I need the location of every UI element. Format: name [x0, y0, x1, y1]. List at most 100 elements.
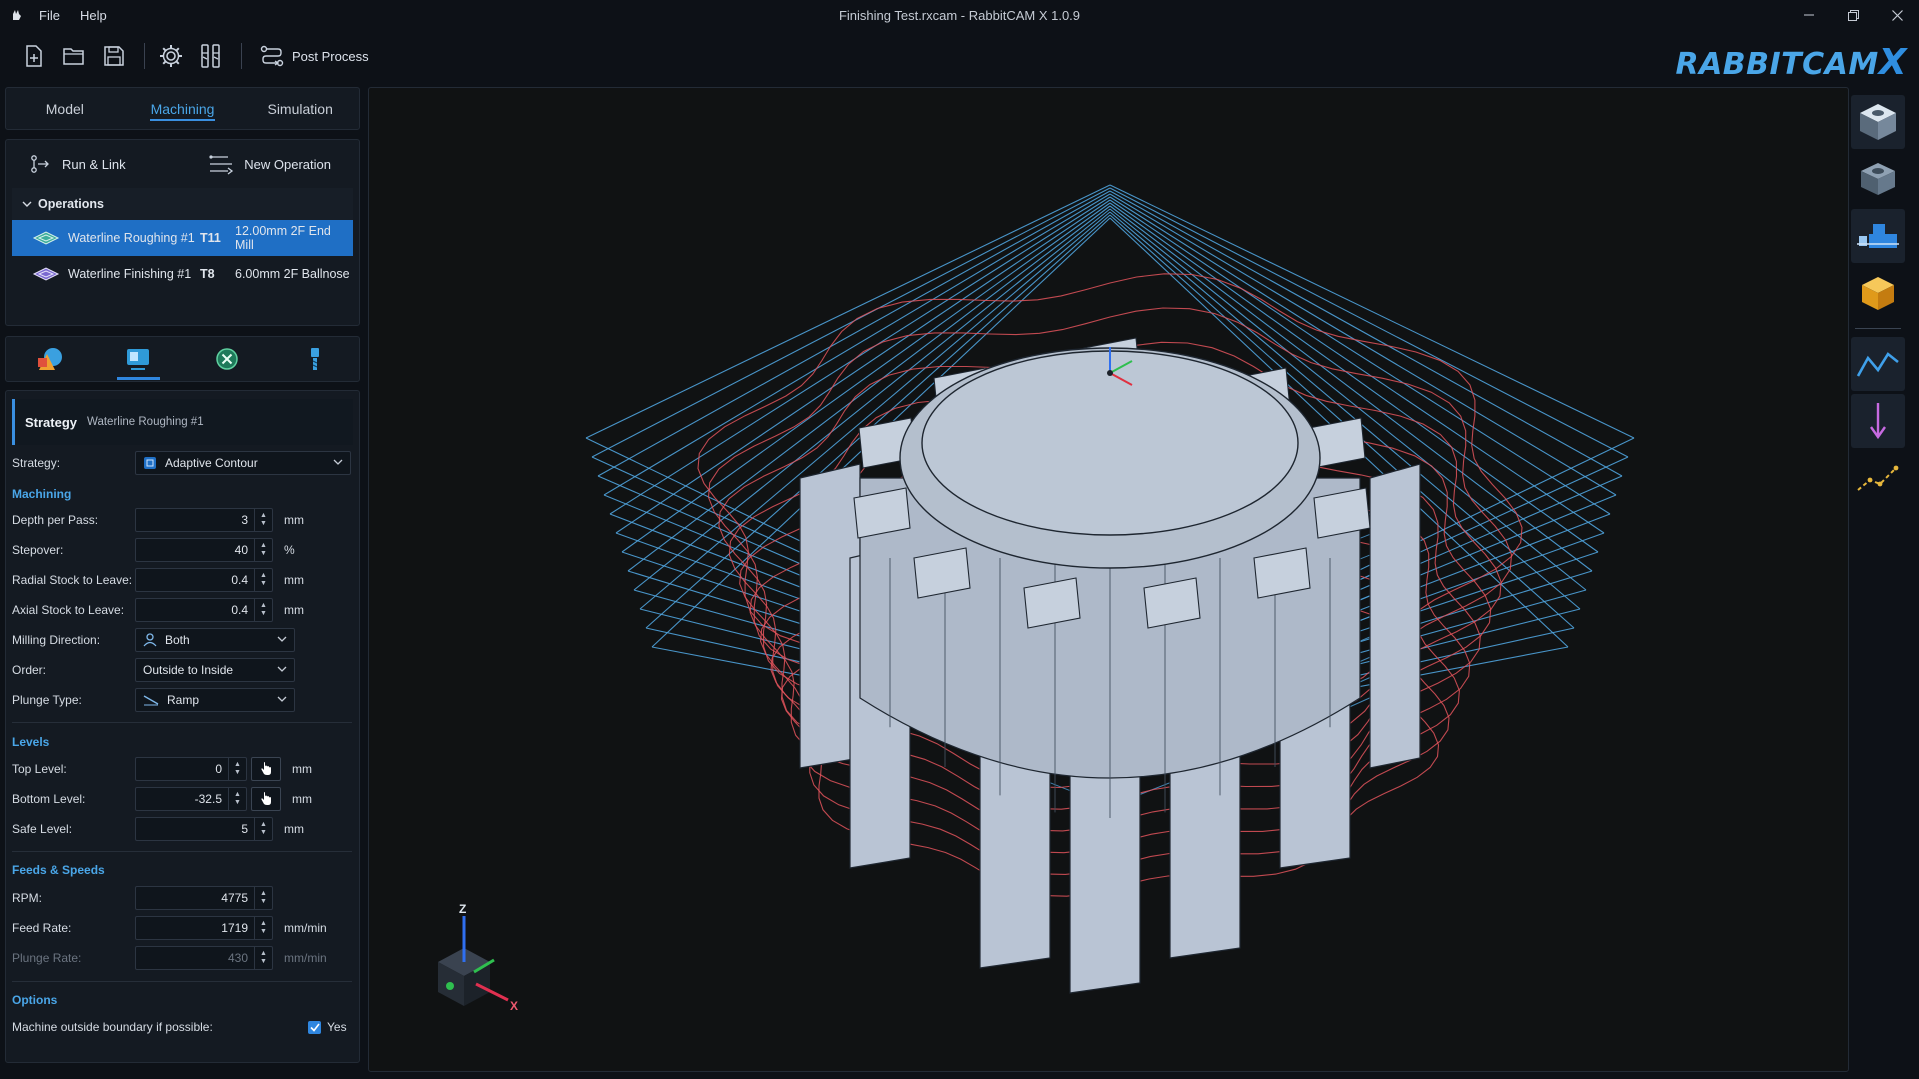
spinner-icon[interactable]: ▲ ▼ — [254, 569, 272, 591]
adaptive-contour-icon — [144, 457, 156, 469]
close-button[interactable] — [1875, 0, 1919, 30]
tab-simulation[interactable]: Simulation — [241, 88, 359, 129]
spinner-icon[interactable]: ▲ ▼ — [254, 887, 272, 909]
machine-outside-checkbox[interactable] — [308, 1020, 321, 1034]
climb-conventional-icon — [143, 633, 157, 647]
new-operation-button[interactable]: New Operation — [208, 153, 331, 175]
operation-tool-desc: 12.00mm 2F End Mill — [235, 224, 331, 252]
depth-per-pass-input[interactable]: 3 ▲ ▼ — [135, 508, 273, 532]
window-title: Finishing Test.rxcam - RabbitCAM X 1.0.9 — [838, 8, 1081, 23]
chevron-down-icon — [22, 201, 32, 207]
tool-icon — [310, 348, 319, 370]
strategy-header: Strategy Waterline Roughing #1 — [12, 399, 353, 445]
open-folder-icon — [63, 48, 84, 65]
operation-row[interactable]: Waterline Finishing #1 T8 6.00mm 2F Ball… — [12, 256, 353, 292]
operation-tool: T11 — [200, 231, 221, 245]
strategy-select[interactable]: Adaptive Contour — [135, 451, 351, 475]
feed-rate-input[interactable]: 1719 ▲ ▼ — [135, 916, 273, 940]
save-file-button[interactable] — [96, 38, 132, 74]
tab-strategy[interactable] — [94, 336, 182, 382]
tab-geometry[interactable] — [6, 336, 94, 382]
strategy-icon — [127, 349, 150, 370]
strategy-heading: Strategy — [25, 414, 78, 430]
tool-library-icon — [201, 44, 220, 68]
tab-boundary[interactable] — [183, 336, 271, 382]
toolbar-separator — [144, 43, 145, 69]
bottom-level-input[interactable]: -32.5 ▲ ▼ — [135, 787, 247, 811]
radial-stock-row: Radial Stock to Leave: 0.4 ▲ ▼ mm — [12, 568, 357, 592]
origin-point — [1107, 370, 1113, 376]
run-link-button[interactable]: Run & Link — [30, 154, 126, 174]
minimize-icon — [1804, 14, 1814, 16]
tab-model[interactable]: Model — [6, 88, 124, 129]
axial-stock-input[interactable]: 0.4 ▲ ▼ — [135, 598, 273, 622]
section-options: Options — [12, 993, 58, 1007]
3d-viewport[interactable]: ZX — [368, 87, 1849, 1072]
plunge-rate-input: 430 ▲ ▼ — [135, 946, 273, 970]
plunge-type-select[interactable]: Ramp — [135, 688, 295, 712]
minimize-button[interactable] — [1787, 0, 1831, 30]
scene-canvas[interactable]: ZX — [369, 88, 1849, 1072]
feed-rate-row: Feed Rate: 1719 ▲ ▼ mm/min — [12, 916, 357, 940]
spinner-icon[interactable]: ▲ ▼ — [228, 788, 246, 810]
open-file-button[interactable] — [56, 38, 92, 74]
solid-view-button[interactable] — [1851, 266, 1905, 320]
post-process-label: Post Process — [292, 48, 369, 64]
link-display-button[interactable] — [1851, 451, 1905, 505]
section-levels: Levels — [12, 735, 50, 749]
milling-direction-row: Milling Direction: Both — [12, 628, 357, 652]
view-cube[interactable]: ZX — [438, 902, 518, 1013]
operation-row[interactable]: Waterline Roughing #1 T11 12.00mm 2F End… — [12, 220, 353, 256]
run-link-icon — [31, 155, 49, 173]
plunge-display-icon — [1870, 403, 1886, 440]
iso-view-button[interactable] — [1851, 152, 1905, 206]
stepover-input[interactable]: 40 ▲ ▼ — [135, 538, 273, 562]
spinner-icon[interactable]: ▲ ▼ — [254, 599, 272, 621]
radial-stock-input[interactable]: 0.4 ▲ ▼ — [135, 568, 273, 592]
tab-machining[interactable]: Machining — [124, 88, 242, 129]
tool-library-button[interactable] — [193, 38, 229, 74]
new-file-button[interactable] — [16, 38, 52, 74]
hand-pointer-icon — [261, 792, 271, 805]
operations-header[interactable]: Operations — [12, 188, 353, 220]
spinner-icon[interactable]: ▲ ▼ — [254, 539, 272, 561]
spinner-icon[interactable]: ▲ ▼ — [228, 758, 246, 780]
stock-view-icon — [1857, 224, 1899, 248]
operation-name: Waterline Roughing #1 — [68, 231, 195, 245]
order-select[interactable]: Outside to Inside — [135, 658, 295, 682]
operation-tool: T8 — [200, 267, 215, 281]
right-toolbar-separator — [1855, 328, 1901, 329]
hand-pointer-icon — [261, 762, 271, 775]
menu-file[interactable]: File — [36, 5, 63, 26]
spinner-icon[interactable]: ▲ ▼ — [254, 509, 272, 531]
plunge-display-button[interactable] — [1851, 394, 1905, 448]
gear-icon — [160, 45, 182, 67]
spinner-icon[interactable]: ▲ ▼ — [254, 917, 272, 939]
menu-help[interactable]: Help — [77, 5, 110, 26]
boundary-icon — [215, 348, 238, 370]
restore-button[interactable] — [1831, 0, 1875, 30]
post-process-button[interactable]: Post Process — [252, 38, 377, 74]
new-operation-icon — [209, 155, 234, 175]
machine-outside-row: Machine outside boundary if possible: Ye… — [12, 1020, 347, 1034]
settings-button[interactable] — [153, 38, 189, 74]
section-divider — [12, 851, 352, 852]
rpm-input[interactable]: 4775 ▲ ▼ — [135, 886, 273, 910]
safe-level-input[interactable]: 5 ▲ ▼ — [135, 817, 273, 841]
run-link-label: Run & Link — [62, 156, 126, 172]
pick-top-level-button[interactable] — [251, 757, 281, 781]
brand-logo: RABBITCAMX — [1675, 42, 1907, 83]
spinner-icon[interactable]: ▲ ▼ — [254, 818, 272, 840]
pick-bottom-level-button[interactable] — [251, 787, 281, 811]
section-machining: Machining — [12, 487, 72, 501]
stock-view-button[interactable] — [1851, 209, 1905, 263]
top-level-input[interactable]: 0 ▲ ▼ — [135, 757, 247, 781]
solid-view-icon — [1862, 277, 1894, 310]
machine-outside-value: Yes — [327, 1020, 347, 1034]
top-view-button[interactable] — [1851, 95, 1905, 149]
toolbar-separator — [241, 43, 242, 69]
milling-direction-select[interactable]: Both — [135, 628, 295, 652]
toolpath-display-button[interactable] — [1851, 337, 1905, 391]
title-bar: File Help Finishing Test.rxcam - RabbitC… — [0, 0, 1919, 30]
tab-tool[interactable] — [271, 336, 359, 382]
